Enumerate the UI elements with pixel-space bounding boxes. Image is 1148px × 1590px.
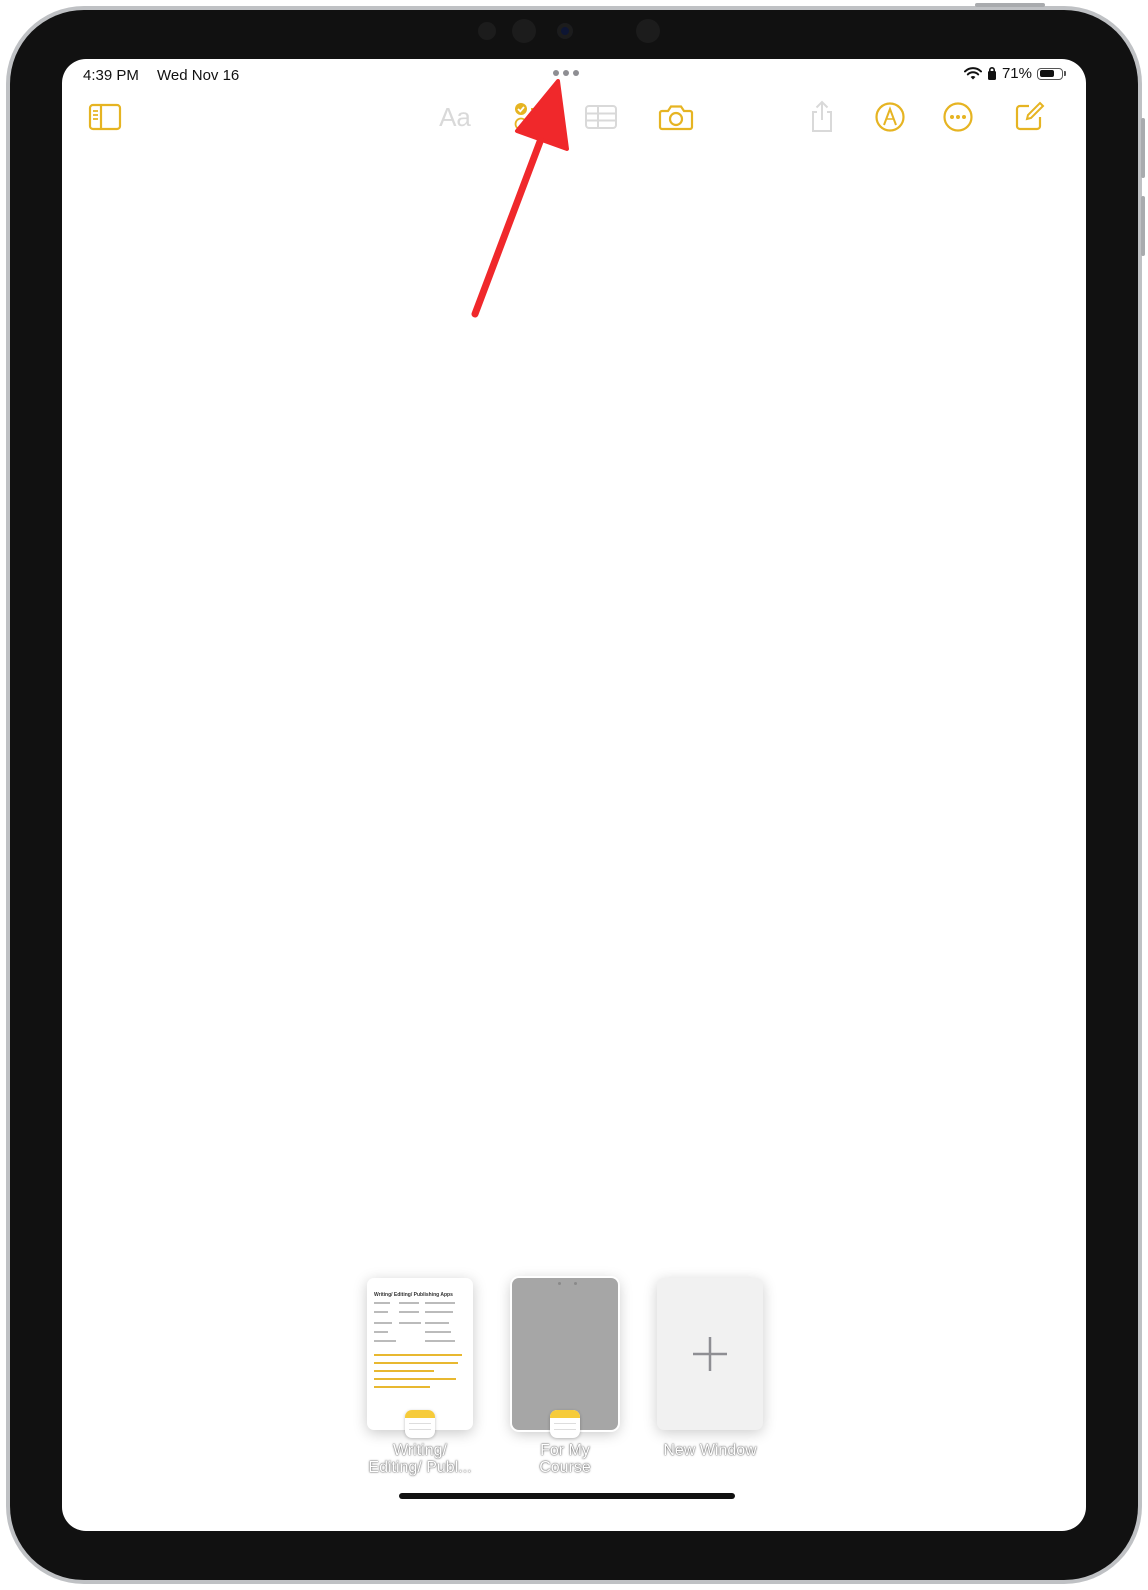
front-camera — [557, 23, 573, 39]
thumb-link-line — [374, 1386, 430, 1388]
thumb-link-line — [374, 1354, 462, 1356]
top-button — [975, 3, 1045, 7]
share-icon — [812, 100, 832, 132]
dot — [558, 1282, 561, 1285]
share-button[interactable] — [802, 97, 842, 137]
battery-icon — [1037, 67, 1063, 80]
tile-thumbnail-title: Writing/ Editing/ Publishing Apps — [374, 1292, 453, 1298]
thumb-line — [425, 1322, 449, 1324]
app-switcher-shelf: Writing/ Editing/ Publishing Apps Writin… — [359, 1274, 779, 1504]
thumb-link-line — [374, 1362, 458, 1364]
thumb-link-line — [374, 1378, 456, 1380]
thumb-line — [374, 1331, 388, 1333]
camera-icon — [658, 105, 694, 131]
status-indicators: 71% — [963, 65, 1066, 82]
home-indicator[interactable] — [399, 1493, 735, 1499]
thumb-line — [399, 1322, 421, 1324]
sidebar-icon — [88, 103, 122, 131]
wifi-icon — [963, 66, 982, 79]
sensor — [512, 19, 536, 43]
status-date: Wed Nov 16 — [157, 67, 240, 84]
thumb-line — [399, 1302, 419, 1304]
tile-caption: New Window — [663, 1442, 757, 1459]
thumb-line — [374, 1340, 396, 1342]
thumb-link-line — [374, 1370, 434, 1372]
thumb-line — [374, 1322, 392, 1324]
compose-button[interactable] — [1009, 97, 1049, 137]
thumb-line — [425, 1331, 451, 1333]
notes-app-icon — [405, 1410, 435, 1438]
sensor — [636, 19, 660, 43]
volume-up-button — [1141, 118, 1145, 178]
battery-percent: 71% — [1001, 65, 1032, 82]
more-button[interactable] — [938, 97, 978, 137]
window-tile-for-my-course[interactable] — [512, 1278, 618, 1438]
compose-icon — [1015, 101, 1045, 131]
annotation-arrow — [471, 79, 569, 318]
thumb-line — [425, 1340, 455, 1342]
thumb-line — [374, 1311, 388, 1313]
plus-icon — [693, 1337, 727, 1371]
volume-down-button — [1141, 196, 1145, 256]
markup-button[interactable] — [870, 97, 910, 137]
thumb-line — [374, 1302, 390, 1304]
thumb-line — [399, 1311, 419, 1313]
window-tile-writing[interactable]: Writing/ Editing/ Publishing Apps — [367, 1278, 473, 1438]
table-button[interactable] — [581, 97, 621, 137]
table-icon — [585, 105, 617, 129]
new-window-tile[interactable] — [657, 1278, 763, 1430]
sidebar-button[interactable] — [85, 97, 125, 137]
battery-level — [1039, 70, 1054, 77]
thumb-line — [425, 1311, 453, 1313]
camera-button[interactable] — [656, 97, 696, 137]
tile-caption: For My Course — [539, 1442, 591, 1476]
tile-caption: Writing/ Editing/ Publ... — [368, 1442, 472, 1476]
orientation-lock-icon — [987, 66, 996, 80]
more-icon — [943, 102, 973, 132]
screen: 4:39 PM Wed Nov 16 71% Aa Writing/ Editi… — [62, 59, 1086, 1531]
status-time: 4:39 PM — [83, 67, 139, 84]
thumb-line — [425, 1302, 455, 1304]
battery-cap — [1064, 71, 1066, 76]
notes-app-icon — [550, 1410, 580, 1438]
sensor — [478, 22, 496, 40]
dot — [574, 1282, 577, 1285]
markup-icon — [875, 102, 905, 132]
